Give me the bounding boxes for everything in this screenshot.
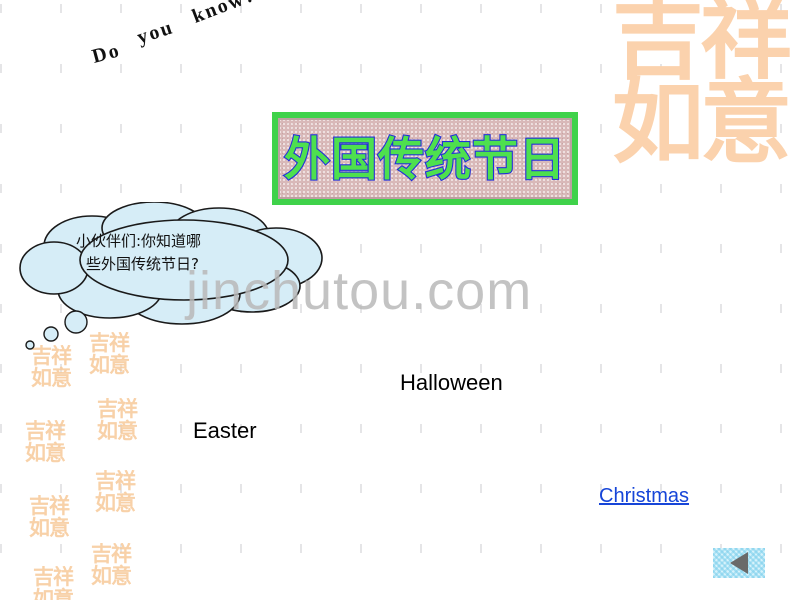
seal-stamp-tile: 吉祥如意 [29,495,70,540]
corner-seal-watermark: 吉祥如意 [612,0,792,171]
seal-stamp-tile: 吉祥如意 [33,566,74,600]
page-title: 外国传统节日 [283,131,566,186]
title-banner: 外国传统节日 [272,112,578,205]
left-triangle-icon [730,552,748,574]
back-button[interactable] [713,548,765,578]
wordart-word: you [134,16,177,49]
site-watermark: jinchutou.com [186,261,533,321]
do-you-know-wordart: Do you know? [88,0,260,68]
title-banner-inner: 外国传统节日 [278,118,572,199]
thought-bubble-tail [25,310,88,350]
seal-stamp-tile: 吉祥如意 [25,420,66,465]
wordart-word: know? [188,0,259,28]
label-halloween: Halloween [400,370,503,395]
link-christmas[interactable]: Christmas [599,485,689,507]
seal-stamp-tile: 吉祥如意 [95,470,136,515]
seal-stamp-tile: 吉祥如意 [91,543,132,588]
label-easter: Easter [193,418,257,443]
wordart-word: Do [89,39,123,68]
slide-canvas: 吉祥如意 吉祥如意 吉祥如意 吉祥如意 吉祥如意 吉祥如意 吉祥如意 吉祥如意 … [0,0,800,600]
seal-stamp-tile: 吉祥如意 [97,398,138,443]
thought-bubble-line-1: 小伙伴们:你知道哪 [76,232,202,250]
